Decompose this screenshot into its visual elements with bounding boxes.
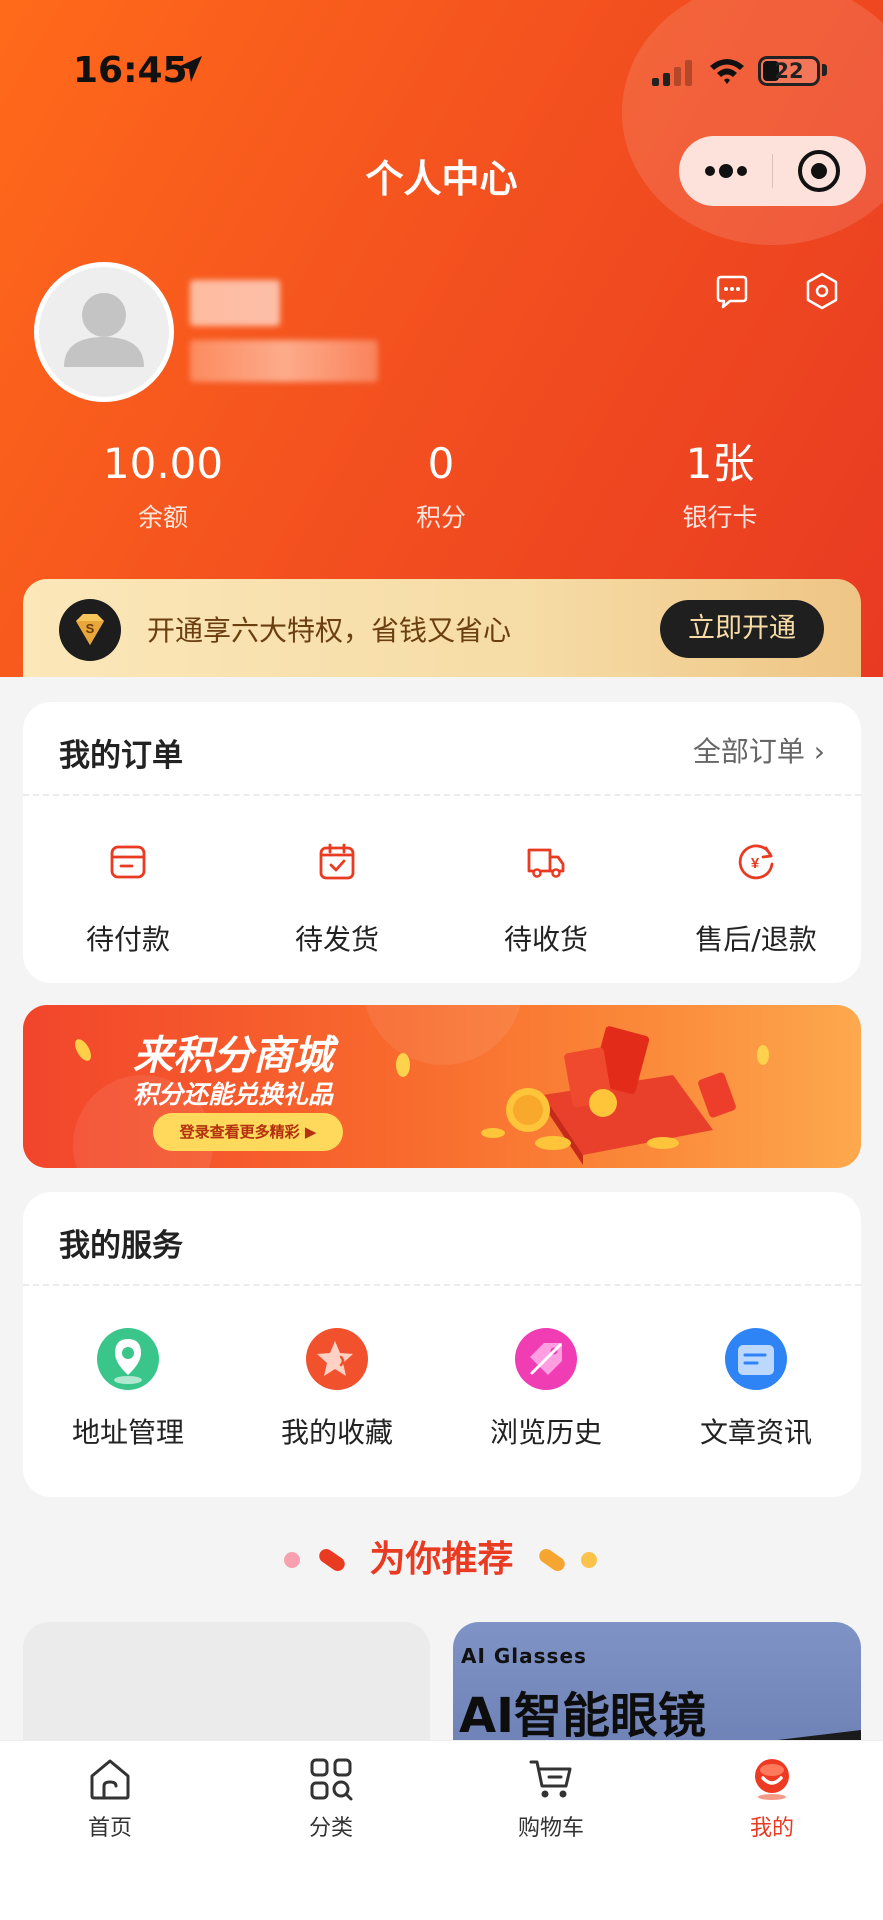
points-mall-banner[interactable]: 来积分商城 积分还能兑换礼品 登录查看更多精彩 ▶ <box>23 1005 861 1168</box>
order-pending-receipt[interactable]: 待收货 <box>446 842 646 962</box>
service-label: 浏览历史 <box>489 1416 602 1449</box>
order-label: 待发货 <box>294 923 379 956</box>
tab-label: 购物车 <box>517 1816 584 1841</box>
vip-promo-text: 开通享六大特权，省钱又省心 <box>147 614 512 647</box>
battery-cap <box>822 64 827 76</box>
services-card: 我的服务 地址管理 我的收藏 浏览历史 文章资讯 <box>23 1192 861 1497</box>
page-title: 个人中心 <box>365 157 518 201</box>
home-icon <box>90 1759 130 1800</box>
order-label: 待收货 <box>503 923 588 956</box>
order-label: 售后/退款 <box>695 923 817 956</box>
stat-value: 10.00 <box>102 439 224 488</box>
truck-icon <box>527 848 565 878</box>
stat-label: 积分 <box>415 503 466 532</box>
user-id-blurred <box>190 340 378 382</box>
cart-icon <box>529 1760 572 1798</box>
profile-icon <box>755 1759 789 1800</box>
tab-cart[interactable]: 购物车 <box>441 1756 661 1866</box>
avatar[interactable] <box>34 262 174 402</box>
stat-balance[interactable]: 10.00 余额 <box>23 436 303 534</box>
status-time: 16:45 <box>73 50 188 91</box>
banner-subtitle: 积分还能兑换礼品 <box>133 1080 334 1109</box>
message-icon[interactable] <box>714 274 750 310</box>
category-icon <box>310 1758 353 1801</box>
banner-login-button[interactable]: 登录查看更多精彩 ▶ <box>153 1113 343 1151</box>
stat-label: 余额 <box>137 503 188 532</box>
divider <box>23 794 861 796</box>
tab-category[interactable]: 分类 <box>221 1756 441 1866</box>
service-address[interactable]: 地址管理 <box>28 1327 228 1457</box>
all-orders-link[interactable]: 全部订单 › <box>693 730 825 770</box>
diamond-icon: S <box>59 599 121 661</box>
stat-points[interactable]: 0 积分 <box>301 436 581 534</box>
tab-bar: 首页 分类 购物车 我的 <box>0 1740 883 1920</box>
service-articles[interactable]: 文章资讯 <box>656 1327 856 1457</box>
profile-header: 16:45 22 个人中心 10.00 余额 0 积分 1张 银行卡 S 开通享… <box>0 0 883 677</box>
stat-value: 0 <box>427 439 455 488</box>
vip-banner[interactable]: S 开通享六大特权，省钱又省心 立即开通 <box>23 579 861 677</box>
tab-profile[interactable]: 我的 <box>662 1756 882 1866</box>
stat-bank-card[interactable]: 1张 银行卡 <box>580 436 860 534</box>
tab-label-active: 我的 <box>749 1816 794 1841</box>
box-icon <box>319 843 355 880</box>
decorative-circle <box>622 0 883 245</box>
order-pending-shipment[interactable]: 待发货 <box>237 842 437 962</box>
tab-home[interactable]: 首页 <box>0 1756 220 1866</box>
recommend-title: 为你推荐 <box>369 1539 514 1580</box>
order-pending-payment[interactable]: 待付款 <box>28 842 228 962</box>
product-title: AI智能眼镜 <box>459 1688 707 1744</box>
star-icon <box>306 1328 368 1390</box>
battery-indicator: 22 <box>758 56 820 86</box>
tab-label: 分类 <box>308 1816 353 1841</box>
service-label: 我的收藏 <box>280 1416 393 1449</box>
refund-icon: ¥ <box>738 844 774 880</box>
divider <box>23 1284 861 1286</box>
wallet-icon <box>110 845 146 879</box>
order-after-sales[interactable]: ¥ 售后/退款 <box>656 842 856 962</box>
stat-label: 银行卡 <box>682 503 758 532</box>
service-label: 地址管理 <box>71 1416 184 1449</box>
article-icon <box>725 1328 787 1390</box>
stat-value: 1张 <box>685 439 755 488</box>
orders-card: 我的订单 全部订单 › 待付款 待发货 待收货 ¥ 售后/退款 <box>23 702 861 983</box>
banner-title: 来积分商城 <box>133 1033 333 1079</box>
vip-badge-letter: S <box>86 621 95 636</box>
wifi-icon <box>710 59 744 84</box>
username-blurred <box>190 280 280 326</box>
tab-label: 首页 <box>87 1816 132 1841</box>
service-label: 文章资讯 <box>699 1416 812 1449</box>
settings-icon[interactable] <box>804 272 840 310</box>
order-label: 待付款 <box>85 923 170 956</box>
services-title: 我的服务 <box>59 1228 183 1264</box>
service-favorites[interactable]: 我的收藏 <box>237 1327 437 1457</box>
vip-open-button[interactable]: 立即开通 <box>660 600 824 658</box>
history-icon <box>515 1328 577 1390</box>
user-silhouette-icon <box>64 293 144 367</box>
service-history[interactable]: 浏览历史 <box>446 1327 646 1457</box>
location-arrow-icon <box>178 56 202 82</box>
svg-text:¥: ¥ <box>751 855 760 872</box>
product-subtitle: AI Glasses <box>461 1644 587 1668</box>
orders-title: 我的订单 <box>59 738 183 774</box>
signal-icon <box>652 60 692 86</box>
location-icon <box>97 1328 159 1390</box>
battery-level: 22 <box>774 59 804 83</box>
